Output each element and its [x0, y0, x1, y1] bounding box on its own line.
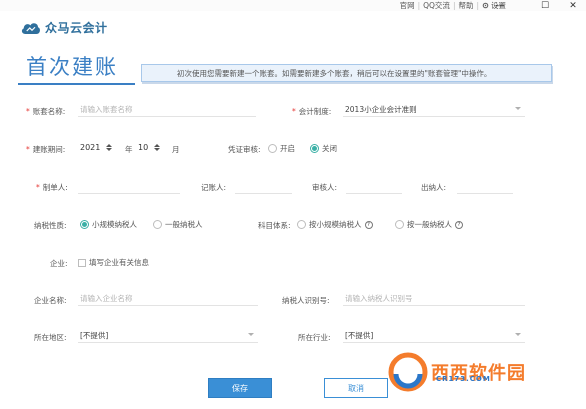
enterprise-label: 企业: — [50, 259, 68, 268]
radio-button[interactable] — [268, 144, 277, 153]
company-name-label: 企业名称: — [34, 296, 67, 305]
separator: | — [476, 1, 479, 10]
checkbox[interactable] — [78, 258, 86, 267]
year-stepper-arrows[interactable] — [106, 143, 113, 151]
separator: | — [452, 1, 456, 10]
accounting-system-select[interactable]: 2013小企业会计准则 — [343, 103, 525, 117]
industry-value: [不提供] — [345, 331, 374, 340]
taxpayer-id-label: 纳税人识别号: — [282, 296, 330, 305]
preparer-label: * 制单人: — [36, 182, 68, 193]
industry-label: 所在行业: — [298, 333, 331, 342]
radio-button[interactable] — [153, 220, 162, 229]
period-label-text: 建账期间: — [32, 145, 66, 154]
logo-text: 众马云会计 — [45, 21, 108, 35]
watermark-url: CR173.COM — [436, 375, 491, 383]
general-taxpayer-option[interactable]: 一般纳税人 — [153, 219, 203, 230]
info-notice: 初次使用您需要新建一个账套。如需要新建多个账套，稍后可以在设置里的"账套管理"中… — [141, 64, 552, 82]
taxpayer-id-input[interactable]: 请输入纳税人识别号 — [343, 292, 525, 306]
save-button[interactable]: 保存 — [208, 378, 272, 398]
subject-system-label: 科目体系: — [258, 221, 291, 230]
cloud-icon — [21, 22, 40, 34]
period-label: * 建账期间: — [26, 144, 65, 155]
month-stepper-arrows[interactable] — [154, 143, 161, 151]
cashier-input[interactable] — [457, 180, 513, 194]
account-name-input[interactable]: 请输入账套名称 — [78, 103, 256, 117]
account-name-label-text: 账套名称: — [32, 107, 66, 116]
help-icon[interactable]: ? — [455, 220, 463, 229]
year-value: 2021 — [80, 142, 101, 152]
taxpayer-type-label: 纳税性质: — [34, 221, 67, 230]
preparer-label-text: 制单人: — [42, 183, 68, 192]
help-icon[interactable]: ? — [364, 220, 373, 229]
month-stepper[interactable]: 10 — [138, 140, 161, 154]
maximize-button[interactable]: ☐ — [533, 0, 557, 11]
small-scale-taxpayer-label: 小规模纳税人 — [92, 220, 137, 229]
small-scale-taxpayer-option[interactable]: 小规模纳税人 — [80, 219, 137, 230]
bookkeeper-input[interactable] — [235, 180, 292, 194]
required-mark: * — [36, 183, 40, 192]
up-arrow-icon[interactable] — [154, 143, 161, 147]
company-name-input[interactable]: 请输入企业名称 — [78, 292, 258, 306]
enterprise-info-label: 填写企业有关信息 — [89, 258, 149, 267]
account-name-placeholder: 请输入账套名称 — [80, 105, 133, 114]
qq-group-link[interactable]: QQ交流 — [423, 0, 450, 11]
voucher-review-on-option[interactable]: 开启 — [268, 143, 295, 154]
reviewer-input[interactable] — [346, 180, 402, 194]
voucher-review-on-label: 开启 — [280, 144, 295, 153]
accounting-system-label-text: 会计制度: — [298, 107, 332, 116]
required-mark: * — [292, 107, 296, 116]
chevron-down-icon — [515, 333, 521, 336]
company-name-placeholder: 请输入企业名称 — [80, 294, 133, 303]
page-title: 首次建账 — [26, 55, 118, 79]
minimize-button[interactable]: — — [488, 0, 512, 11]
watermark-logo: 西西软件园 CR173.COM — [388, 352, 526, 392]
voucher-review-off-option[interactable]: 关闭 — [310, 143, 337, 154]
help-link[interactable]: 帮助 — [458, 0, 473, 11]
region-select[interactable]: [不提供] — [78, 329, 258, 343]
region-value: [不提供] — [80, 331, 109, 340]
accounting-system-value: 2013小企业会计准则 — [345, 105, 417, 114]
down-arrow-icon[interactable] — [154, 147, 161, 151]
chevron-down-icon — [248, 333, 254, 336]
year-stepper[interactable]: 2021 — [80, 140, 113, 154]
official-site-link[interactable]: 官网 — [400, 0, 415, 11]
app-logo: 众马云会计 — [20, 19, 108, 36]
voucher-review-off-label: 关闭 — [322, 144, 337, 153]
taxpayer-id-placeholder: 请输入纳税人识别号 — [345, 294, 413, 303]
chevron-down-icon — [515, 107, 521, 110]
subject-general-label: 按一般纳税人 — [407, 220, 452, 229]
accounting-system-label: * 会计制度: — [292, 106, 331, 117]
month-value: 10 — [138, 142, 149, 152]
title-underline — [18, 83, 135, 85]
industry-select[interactable]: [不提供] — [343, 329, 525, 343]
voucher-review-label: 凭证审核: — [228, 145, 261, 154]
required-mark: * — [26, 145, 30, 154]
enterprise-info-checkbox[interactable]: 填写企业有关信息 — [78, 257, 149, 268]
radio-button[interactable] — [395, 220, 404, 229]
title-bar: 官网 | QQ交流 | 帮助 | 设置 — ☐ ✕ — [0, 0, 586, 11]
subject-small-scale-option[interactable]: 按小规模纳税人? — [297, 219, 373, 230]
radio-button[interactable] — [297, 220, 306, 229]
year-unit: 年 — [125, 145, 133, 154]
required-mark: * — [26, 107, 30, 116]
reviewer-label: 审核人: — [312, 183, 338, 192]
radio-button-selected[interactable] — [310, 144, 319, 153]
account-name-label: * 账套名称: — [26, 106, 65, 117]
close-button[interactable]: ✕ — [561, 0, 585, 11]
region-label: 所在地区: — [34, 333, 67, 342]
down-arrow-icon[interactable] — [106, 147, 113, 151]
up-arrow-icon[interactable] — [106, 143, 113, 147]
watermark-swirl-icon — [388, 352, 428, 392]
preparer-input[interactable] — [78, 180, 180, 194]
cashier-label: 出纳人: — [421, 183, 447, 192]
radio-button-selected[interactable] — [80, 220, 89, 229]
subject-general-option[interactable]: 按一般纳税人? — [395, 219, 463, 230]
cancel-button[interactable]: 取消 — [324, 378, 388, 398]
general-taxpayer-label: 一般纳税人 — [165, 220, 203, 229]
separator: | — [417, 1, 421, 10]
subject-small-scale-label: 按小规模纳税人 — [309, 220, 362, 229]
bookkeeper-label: 记账人: — [201, 183, 227, 192]
month-unit: 月 — [172, 145, 180, 154]
